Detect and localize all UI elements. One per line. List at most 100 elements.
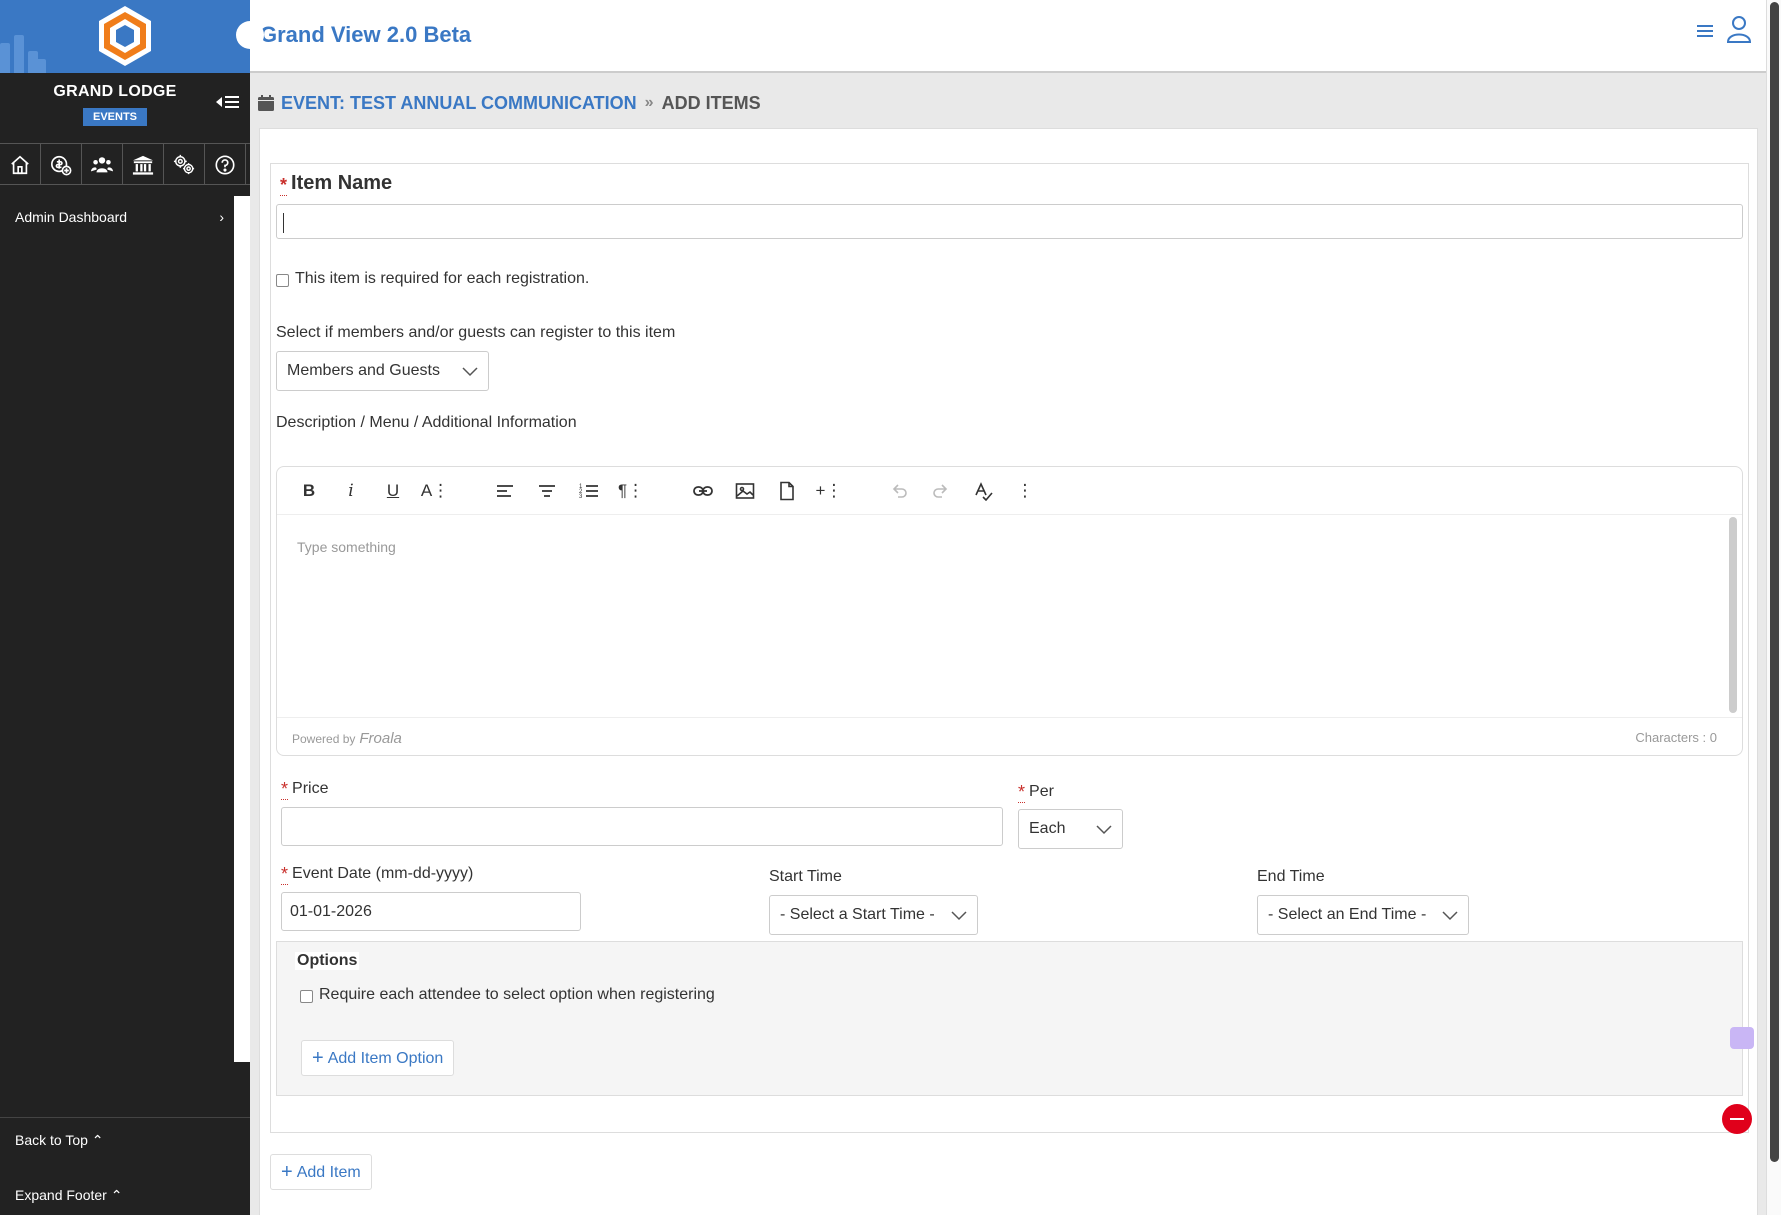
chat-widget-icon[interactable]: [1730, 1027, 1754, 1049]
character-count: Characters : 0: [1635, 730, 1717, 745]
decorative-bars: [0, 33, 50, 73]
lodge-building-icon: [132, 155, 154, 175]
sidebar-item-label: Admin Dashboard: [15, 209, 128, 225]
text-cursor: [283, 213, 284, 233]
lodges-button[interactable]: [123, 144, 164, 185]
page-scrollbar[interactable]: [1766, 0, 1781, 1215]
sidebar-scroll-strip: [234, 196, 250, 1062]
expand-footer-link[interactable]: Expand Footer ⌃: [15, 1187, 122, 1204]
underline-icon: U: [386, 481, 400, 500]
file-icon: [780, 481, 794, 501]
insert-image-button[interactable]: [733, 479, 757, 503]
require-option-checkbox[interactable]: [300, 990, 313, 1003]
more-options-button[interactable]: ⋮: [1013, 479, 1037, 503]
vertical-dots-icon: ⋮: [1016, 481, 1034, 500]
description-editor: B i U A⋮ 123 ¶⋮ +⋮ ⋮ Type something Powe…: [276, 466, 1743, 756]
sidebar-title: GRAND LODGE: [53, 83, 177, 100]
insert-more-button[interactable]: +⋮: [815, 479, 843, 503]
bold-button[interactable]: B: [297, 479, 321, 503]
paragraph-format-button[interactable]: ¶⋮: [617, 479, 645, 503]
chevron-up-icon: ⌃: [91, 1132, 104, 1148]
editor-scrollbar[interactable]: [1729, 517, 1737, 713]
redo-button[interactable]: [929, 479, 953, 503]
editor-placeholder: Type something: [297, 539, 396, 555]
money-add-icon: [51, 155, 72, 175]
plus-more-icon: +⋮: [815, 481, 843, 500]
end-time-select[interactable]: - Select an End Time -: [1257, 895, 1469, 935]
sidebar-item-admin-dashboard[interactable]: Admin Dashboard ›: [0, 200, 234, 234]
sidebar-collapse-button[interactable]: [213, 92, 243, 112]
spellcheck-icon: [975, 482, 993, 501]
top-bar: Grand View 2.0 Beta: [250, 0, 1766, 73]
minus-icon: [1730, 1118, 1744, 1120]
calendar-icon: [258, 95, 274, 111]
align-left-icon: [497, 485, 513, 497]
italic-button[interactable]: i: [339, 479, 363, 503]
align-center-icon: [539, 485, 555, 497]
editor-footer: Powered by Froala Characters : 0: [277, 717, 1742, 755]
options-legend: Options: [295, 952, 360, 970]
svg-text:3: 3: [579, 494, 583, 500]
froala-brand: Froala: [359, 730, 402, 747]
editor-text-area[interactable]: Type something: [277, 515, 1727, 715]
user-profile-icon[interactable]: [1726, 15, 1752, 43]
text-format-icon: A⋮: [420, 481, 450, 500]
settings-gears-icon: [173, 154, 195, 174]
home-button[interactable]: [0, 144, 41, 185]
register-type-select[interactable]: Members and Guests: [276, 351, 489, 391]
back-to-top-link[interactable]: Back to Top ⌃: [15, 1132, 104, 1149]
settings-button[interactable]: [164, 144, 205, 185]
insert-link-button[interactable]: [691, 479, 715, 503]
insert-file-button[interactable]: [775, 479, 799, 503]
align-center-button[interactable]: [535, 479, 559, 503]
app-title: Grand View 2.0 Beta: [260, 22, 472, 47]
per-select[interactable]: Each: [1018, 809, 1123, 849]
item-form: * Item Name This item is required for eac…: [270, 163, 1752, 1134]
chevron-down-icon: [951, 911, 967, 921]
page-scrollbar-thumb[interactable]: [1770, 2, 1779, 1162]
price-input[interactable]: [281, 807, 1003, 846]
required-asterisk: *: [281, 864, 289, 885]
grandview-logo[interactable]: [95, 4, 155, 68]
per-label: * Per: [1018, 782, 1054, 803]
end-time-label: End Time: [1257, 868, 1325, 885]
event-date-input[interactable]: 01-01-2026: [281, 892, 581, 931]
required-registration-checkbox[interactable]: [276, 274, 289, 287]
chevron-down-icon: [1442, 911, 1458, 921]
align-left-button[interactable]: [493, 479, 517, 503]
chevron-up-icon: ⌃: [110, 1187, 123, 1203]
back-to-top-label: Back to Top: [15, 1132, 88, 1148]
sidebar-menu: Admin Dashboard ›: [0, 200, 234, 1062]
remove-item-button[interactable]: [1722, 1104, 1752, 1134]
link-icon: [693, 486, 713, 496]
plus-icon: +: [312, 1047, 324, 1069]
underline-button[interactable]: U: [381, 479, 405, 503]
expand-footer-label: Expand Footer: [15, 1187, 107, 1203]
ordered-list-icon: 123: [579, 484, 598, 500]
add-item-button[interactable]: + Add Item: [270, 1154, 372, 1190]
item-name-input[interactable]: [276, 204, 1743, 239]
breadcrumb-event-link[interactable]: EVENT: TEST ANNUAL COMMUNICATION: [281, 93, 637, 114]
start-time-select[interactable]: - Select a Start Time -: [769, 895, 978, 935]
breadcrumb: EVENT: TEST ANNUAL COMMUNICATION » ADD I…: [257, 91, 761, 115]
breadcrumb-current: ADD ITEMS: [661, 92, 761, 113]
home-icon: [11, 155, 29, 174]
price-label: * Price: [281, 779, 329, 800]
paragraph-icon: ¶⋮: [617, 481, 645, 500]
image-icon: [735, 483, 755, 499]
sidebar: GRAND LODGE EVENTS Admin Dashboard › Bac…: [0, 0, 250, 1215]
undo-button[interactable]: [887, 479, 911, 503]
text-format-button[interactable]: A⋮: [420, 479, 450, 503]
required-registration-label: This item is required for each registrat…: [295, 270, 590, 287]
double-chevron-right-icon: »: [644, 94, 654, 111]
hamburger-menu-icon[interactable]: [1694, 20, 1716, 42]
sidebar-header: [0, 0, 250, 73]
spellcheck-button[interactable]: [971, 479, 995, 503]
plus-icon: +: [281, 1161, 293, 1183]
powered-by-froala[interactable]: Powered by Froala: [292, 730, 402, 747]
members-button[interactable]: [82, 144, 123, 185]
finance-button[interactable]: [41, 144, 82, 185]
help-button[interactable]: [205, 144, 246, 185]
ordered-list-button[interactable]: 123: [577, 479, 601, 503]
add-item-option-button[interactable]: + Add Item Option: [301, 1040, 455, 1076]
